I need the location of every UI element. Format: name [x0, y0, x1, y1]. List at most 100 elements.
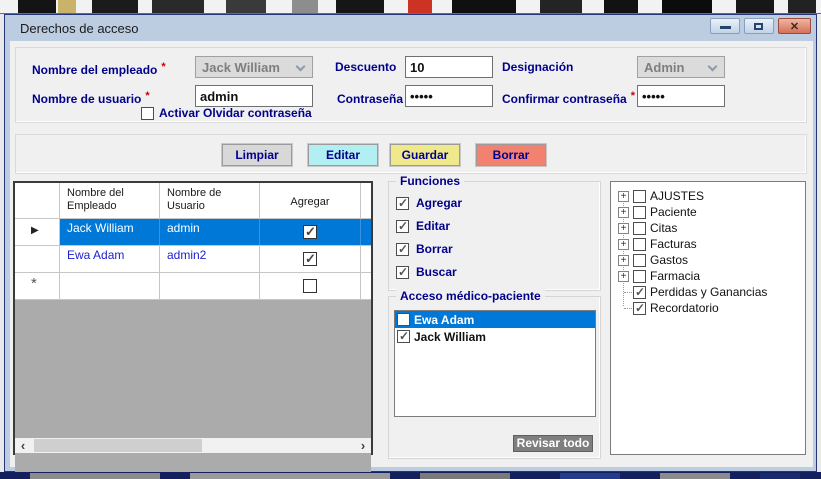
- acceso-medico-paciente-group: Acceso médico-paciente Ewa Adam Jack Wil…: [388, 296, 601, 459]
- tree-label: Facturas: [650, 237, 697, 251]
- tree-label: Paciente: [650, 205, 697, 219]
- agregar-checkbox[interactable]: [303, 225, 317, 239]
- window-title: Derechos de acceso: [20, 21, 139, 36]
- empleado-combobox[interactable]: Jack William: [195, 56, 313, 78]
- buscar-checkbox[interactable]: [396, 266, 409, 279]
- tree-item-farmacia[interactable]: + Farmacia: [611, 268, 805, 284]
- table-new-row[interactable]: *: [15, 273, 371, 300]
- designacion-combobox[interactable]: Admin: [637, 56, 725, 78]
- revisar-todo-button[interactable]: Revisar todo: [513, 435, 593, 452]
- cell-empleado[interactable]: [60, 273, 160, 299]
- tree-checkbox[interactable]: [633, 238, 646, 251]
- contrasena-label: Contraseña*: [337, 85, 411, 110]
- row-selector-cell[interactable]: [15, 246, 60, 272]
- tree-item-paciente[interactable]: + Paciente: [611, 204, 805, 220]
- expand-plus-icon[interactable]: +: [618, 191, 629, 202]
- tree-item-recordatorio[interactable]: Recordatorio: [611, 300, 805, 316]
- agregar-checkbox[interactable]: [303, 252, 317, 266]
- funcion-agregar[interactable]: Agregar: [396, 196, 462, 210]
- cell-usuario[interactable]: [160, 273, 260, 299]
- cell-agregar[interactable]: [260, 219, 361, 245]
- permissions-treeview[interactable]: + AJUSTES + Paciente + Citas + F: [610, 181, 806, 455]
- cell-empleado[interactable]: Jack William: [60, 219, 160, 245]
- column-header-usuario[interactable]: Nombre de Usuario: [160, 183, 260, 218]
- tree-checkbox[interactable]: [633, 222, 646, 235]
- cell-usuario[interactable]: admin: [160, 219, 260, 245]
- desktop-fragment: [226, 0, 266, 13]
- desktop-fragment: [604, 0, 638, 13]
- scrollbar-thumb[interactable]: [34, 439, 202, 452]
- medico-checkedlistbox[interactable]: Ewa Adam Jack William: [394, 310, 596, 417]
- datagrid-header-row: Nombre del Empleado Nombre de Usuario Ag…: [15, 183, 371, 219]
- medico-checkbox[interactable]: [397, 330, 410, 343]
- tree-label: AJUSTES: [650, 189, 704, 203]
- scroll-left-icon[interactable]: ‹: [15, 438, 31, 453]
- list-item[interactable]: Ewa Adam: [395, 311, 595, 328]
- agregar-checkbox[interactable]: [303, 279, 317, 293]
- close-icon: ✕: [779, 20, 810, 33]
- tree-item-ajustes[interactable]: + AJUSTES: [611, 188, 805, 204]
- forgot-password-checkbox[interactable]: [141, 107, 154, 120]
- agregar-checkbox[interactable]: [396, 197, 409, 210]
- column-header-spacer: [361, 183, 371, 218]
- empleado-combobox-value: Jack William: [202, 60, 280, 75]
- cell-usuario[interactable]: admin2: [160, 246, 260, 272]
- medico-checkbox[interactable]: [397, 313, 410, 326]
- minimize-icon: [720, 26, 731, 29]
- tree-item-gastos[interactable]: + Gastos: [611, 252, 805, 268]
- expand-plus-icon[interactable]: +: [618, 255, 629, 266]
- row-selector-cell[interactable]: ▶: [15, 219, 60, 245]
- maximize-button[interactable]: [744, 18, 774, 34]
- expand-plus-icon[interactable]: +: [618, 271, 629, 282]
- descuento-input[interactable]: [405, 56, 493, 78]
- cell-agregar[interactable]: [260, 246, 361, 272]
- funciones-title: Funciones: [396, 174, 464, 188]
- list-item[interactable]: Jack William: [395, 328, 595, 345]
- editar-button[interactable]: Editar: [308, 144, 378, 166]
- borrar-button[interactable]: Borrar: [476, 144, 546, 166]
- borrar-checkbox[interactable]: [396, 243, 409, 256]
- tree-checkbox[interactable]: [633, 286, 646, 299]
- desktop-fragment: [92, 0, 138, 13]
- horizontal-scrollbar[interactable]: ‹ ›: [15, 438, 371, 453]
- column-header-empleado[interactable]: Nombre del Empleado: [60, 183, 160, 218]
- guardar-button[interactable]: Guardar: [390, 144, 460, 166]
- table-row[interactable]: Ewa Adam admin2: [15, 246, 371, 273]
- scroll-right-icon[interactable]: ›: [355, 438, 371, 453]
- desktop-fragment: [58, 0, 76, 13]
- funcion-buscar[interactable]: Buscar: [396, 265, 457, 279]
- expand-plus-icon[interactable]: +: [618, 239, 629, 250]
- column-header-agregar[interactable]: Agregar: [260, 183, 361, 218]
- datagrid-header-selector[interactable]: [15, 183, 60, 218]
- contrasena-input[interactable]: [405, 85, 493, 107]
- expand-plus-icon[interactable]: +: [618, 207, 629, 218]
- row-selector-cell[interactable]: *: [15, 273, 60, 299]
- tree-item-citas[interactable]: + Citas: [611, 220, 805, 236]
- tree-checkbox[interactable]: [633, 206, 646, 219]
- usuario-input[interactable]: [195, 85, 313, 107]
- expand-plus-icon[interactable]: +: [618, 223, 629, 234]
- descuento-label: Descuento: [335, 56, 396, 78]
- table-row[interactable]: ▶ Jack William admin: [15, 219, 371, 246]
- tree-checkbox[interactable]: [633, 270, 646, 283]
- funcion-label: Agregar: [416, 196, 462, 210]
- cell-agregar[interactable]: [260, 273, 361, 299]
- tree-item-facturas[interactable]: + Facturas: [611, 236, 805, 252]
- tree-checkbox[interactable]: [633, 190, 646, 203]
- limpiar-button[interactable]: Limpiar: [222, 144, 292, 166]
- required-marker: *: [631, 90, 635, 102]
- minimize-button[interactable]: [710, 18, 740, 34]
- tree-label: Recordatorio: [650, 301, 719, 315]
- funcion-label: Editar: [416, 219, 450, 233]
- editar-checkbox[interactable]: [396, 220, 409, 233]
- title-bar[interactable]: Derechos de acceso ✕: [5, 15, 816, 41]
- tree-checkbox[interactable]: [633, 254, 646, 267]
- funcion-borrar[interactable]: Borrar: [396, 242, 453, 256]
- cell-empleado[interactable]: Ewa Adam: [60, 246, 160, 272]
- close-button[interactable]: ✕: [778, 18, 811, 34]
- funcion-editar[interactable]: Editar: [396, 219, 450, 233]
- dialog-derechos-de-acceso: Derechos de acceso ✕ Nombre del empleado…: [4, 14, 817, 472]
- tree-checkbox[interactable]: [633, 302, 646, 315]
- confirmar-contrasena-input[interactable]: [637, 85, 725, 107]
- tree-item-perdidas-y-ganancias[interactable]: Perdidas y Ganancias: [611, 284, 805, 300]
